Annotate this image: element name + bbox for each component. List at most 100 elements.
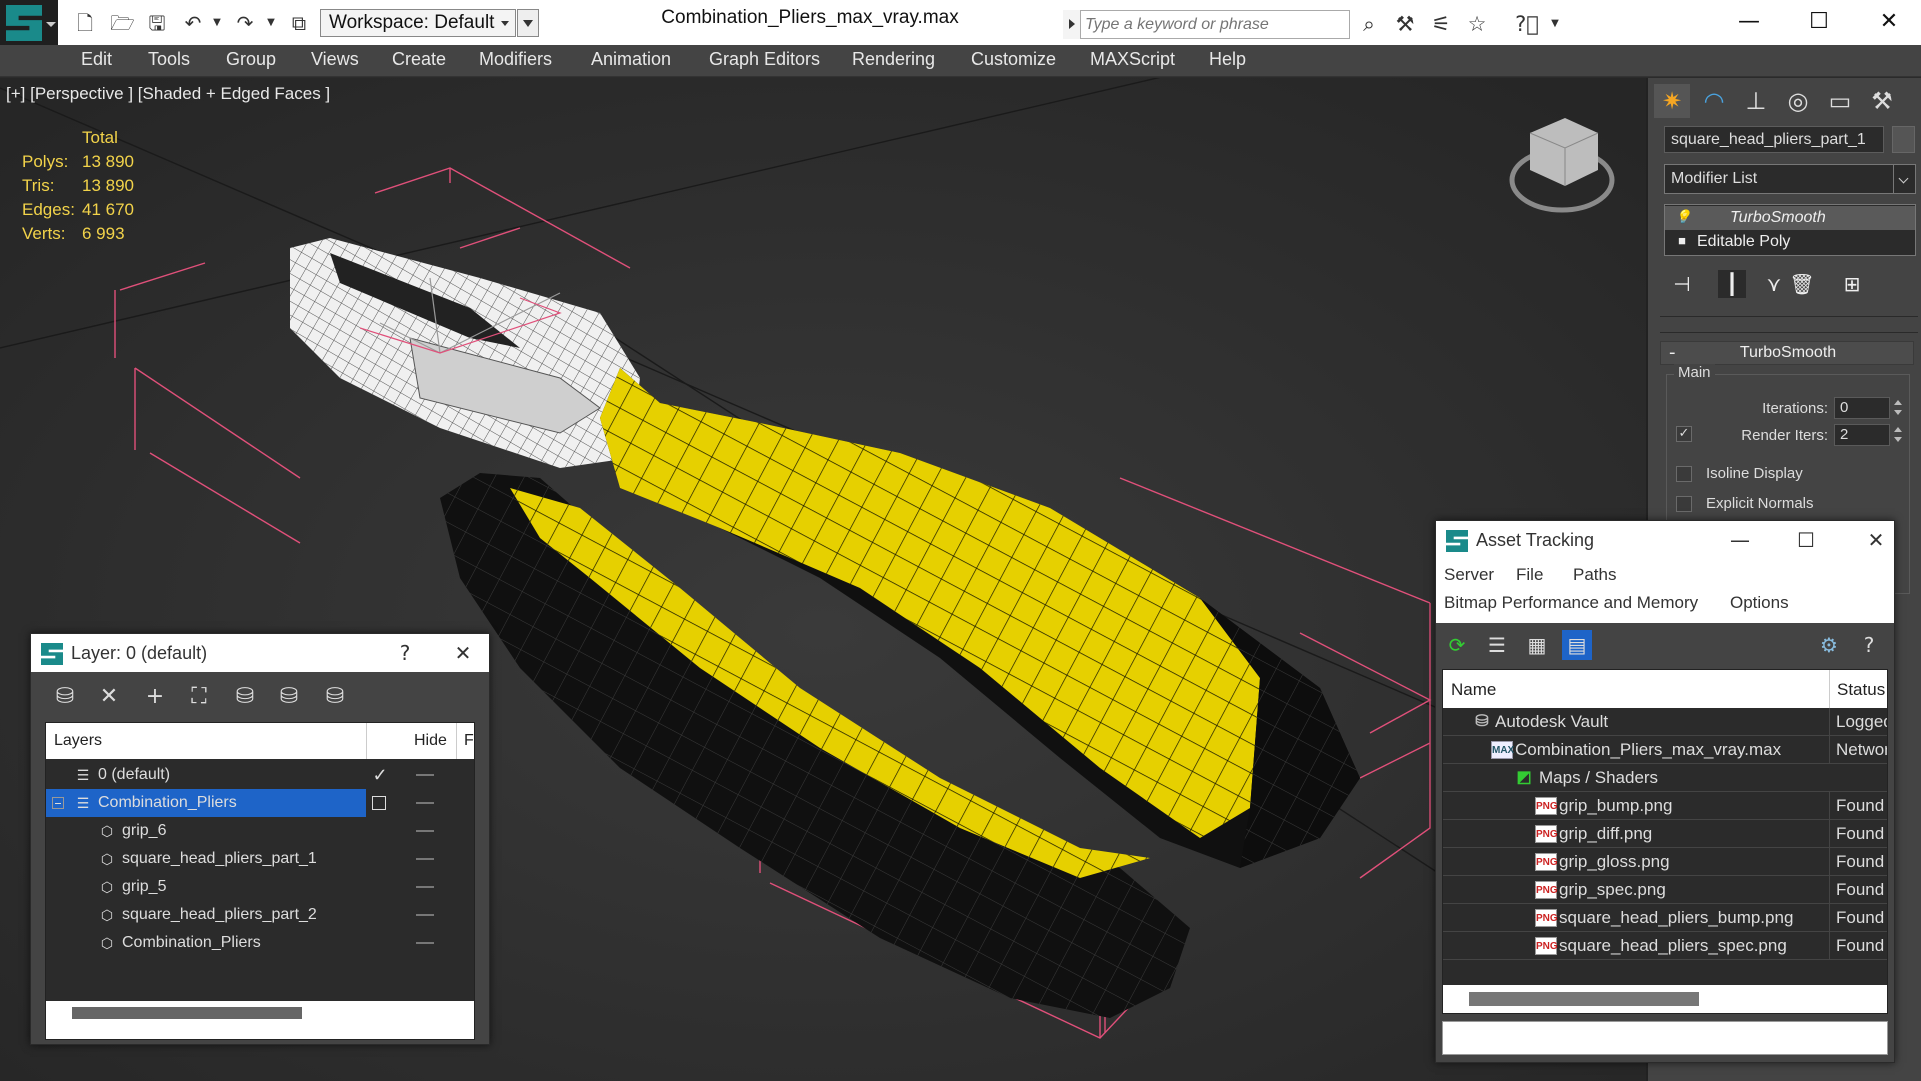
close-icon[interactable]: ✕ bbox=[1858, 526, 1894, 554]
open-file-icon[interactable]: 🗁 bbox=[110, 12, 135, 34]
highlight-selected-icon[interactable]: ⛁ bbox=[319, 682, 351, 712]
app-menu-button[interactable] bbox=[0, 0, 58, 45]
menu-graph-editors[interactable]: Graph Editors bbox=[709, 49, 820, 70]
object-name-field[interactable]: square_head_pliers_part_1 bbox=[1664, 126, 1884, 153]
explicit-normals-checkbox[interactable] bbox=[1676, 496, 1692, 512]
display-tab-icon[interactable]: ▭ bbox=[1822, 84, 1858, 118]
object-row[interactable]: ⬡ grip_6 bbox=[46, 817, 474, 845]
menu-group[interactable]: Group bbox=[226, 49, 276, 70]
motion-tab-icon[interactable]: ◎ bbox=[1780, 84, 1816, 118]
redo-dropdown-icon[interactable]: ▼ bbox=[260, 12, 282, 34]
object-row[interactable]: ⬡ square_head_pliers_part_2 bbox=[46, 901, 474, 929]
subscription-icon[interactable]: ⚒ bbox=[1392, 12, 1418, 36]
undo-dropdown-icon[interactable]: ▼ bbox=[206, 12, 228, 34]
save-file-icon[interactable]: 🖫 bbox=[146, 12, 168, 34]
minimize-button[interactable]: — bbox=[1726, 4, 1772, 40]
workspace-more-button[interactable] bbox=[517, 9, 539, 37]
horizontal-scrollbar[interactable] bbox=[1469, 992, 1699, 1006]
hide-toggle[interactable] bbox=[416, 942, 434, 944]
stack-item-editable-poly[interactable]: ■ Editable Poly bbox=[1665, 230, 1915, 254]
set-current-layer-box[interactable] bbox=[372, 796, 386, 810]
menu-help[interactable]: Help bbox=[1209, 49, 1246, 70]
column-status[interactable]: Status bbox=[1837, 680, 1885, 700]
expand-plus-icon[interactable]: ■ bbox=[1675, 234, 1689, 248]
stack-item-turbosmooth[interactable]: 💡 TurboSmooth bbox=[1665, 206, 1915, 230]
menu-rendering[interactable]: Rendering bbox=[852, 49, 935, 70]
modifier-list-dropdown[interactable]: Modifier List bbox=[1664, 164, 1916, 194]
asset-row[interactable]: PNG grip_bump.png Found bbox=[1443, 792, 1887, 820]
layer-window-titlebar[interactable]: Layer: 0 (default) ? ✕ bbox=[31, 634, 489, 672]
menu-animation[interactable]: Animation bbox=[591, 49, 671, 70]
asset-row[interactable]: PNG grip_gloss.png Found bbox=[1443, 848, 1887, 876]
hide-toggle[interactable] bbox=[416, 774, 434, 776]
asset-row[interactable]: PNG grip_spec.png Found bbox=[1443, 876, 1887, 904]
help-icon[interactable]: ? bbox=[1854, 630, 1884, 660]
modify-tab-icon[interactable]: ◠ bbox=[1696, 84, 1732, 118]
asset-row[interactable]: MAX Combination_Pliers_max_vray.max Netw… bbox=[1443, 736, 1887, 764]
iterations-spin-arrows-icon[interactable] bbox=[1892, 397, 1904, 419]
object-row[interactable]: ⬡ grip_5 bbox=[46, 873, 474, 901]
make-unique-icon[interactable]: ⋎ bbox=[1760, 270, 1788, 298]
collapse-toggle[interactable] bbox=[52, 797, 64, 809]
help-icon[interactable]: ?⃝ bbox=[1514, 12, 1540, 36]
create-tab-icon[interactable]: ✷ bbox=[1654, 84, 1690, 118]
menu-file[interactable]: File bbox=[1516, 565, 1543, 585]
maximize-button[interactable]: ☐ bbox=[1796, 4, 1842, 40]
menu-views[interactable]: Views bbox=[311, 49, 359, 70]
close-icon[interactable]: ✕ bbox=[445, 639, 481, 667]
hide-toggle[interactable] bbox=[416, 802, 434, 804]
object-row[interactable]: ⬡ square_head_pliers_part_1 bbox=[46, 845, 474, 873]
configure-sets-icon[interactable]: ⊞ bbox=[1838, 270, 1866, 298]
list-view-icon[interactable]: ☰ bbox=[1482, 630, 1512, 660]
render-iters-spinner[interactable]: 2 bbox=[1834, 424, 1890, 446]
object-color-swatch[interactable] bbox=[1892, 126, 1915, 153]
close-button[interactable]: ✕ bbox=[1866, 4, 1912, 40]
asset-path-field[interactable] bbox=[1442, 1021, 1888, 1055]
utilities-tab-icon[interactable]: ⚒ bbox=[1864, 84, 1900, 118]
add-layer-icon[interactable]: + bbox=[139, 682, 171, 712]
hide-toggle[interactable] bbox=[416, 886, 434, 888]
menu-customize[interactable]: Customize bbox=[971, 49, 1056, 70]
table-view-icon[interactable]: ▤ bbox=[1562, 630, 1592, 660]
select-layer-icon[interactable]: ⛁ bbox=[229, 682, 261, 712]
hide-toggle[interactable] bbox=[416, 830, 434, 832]
iterations-spinner[interactable]: 0 bbox=[1834, 397, 1890, 419]
maximize-button[interactable]: ☐ bbox=[1788, 526, 1824, 554]
viewport-label[interactable]: [+] [Perspective ] [Shaded + Edged Faces… bbox=[6, 84, 330, 104]
column-freeze[interactable]: F bbox=[464, 732, 474, 750]
pin-stack-icon[interactable]: ⊣ bbox=[1668, 270, 1696, 298]
column-name[interactable]: Name bbox=[1451, 680, 1496, 700]
workspace-dropdown[interactable]: Workspace: Default bbox=[320, 9, 516, 37]
menu-server[interactable]: Server bbox=[1444, 565, 1494, 585]
layer-row[interactable]: ☰ Combination_Pliers bbox=[46, 789, 474, 817]
column-layers[interactable]: Layers bbox=[54, 732, 102, 750]
search-input[interactable] bbox=[1085, 11, 1347, 38]
connect-server-icon[interactable]: ⚙ bbox=[1814, 630, 1844, 660]
help-dropdown-icon[interactable]: ▼ bbox=[1542, 12, 1568, 36]
binoculars-icon[interactable]: ⌕ bbox=[1356, 12, 1382, 36]
render-iters-spin-arrows-icon[interactable] bbox=[1892, 424, 1904, 446]
menu-create[interactable]: Create bbox=[392, 49, 446, 70]
current-layer-check-icon[interactable]: ✓ bbox=[368, 761, 392, 789]
remove-modifier-icon[interactable]: 🗑 bbox=[1788, 270, 1816, 298]
lightbulb-icon[interactable]: 💡 bbox=[1675, 210, 1691, 224]
hide-toggle[interactable] bbox=[416, 914, 434, 916]
asset-row[interactable]: ⛁ Autodesk Vault Logged bbox=[1443, 708, 1887, 736]
communication-icon[interactable]: ⚟ bbox=[1428, 12, 1454, 36]
menu-tools[interactable]: Tools bbox=[148, 49, 190, 70]
project-folder-icon[interactable]: ⧉ bbox=[288, 12, 310, 34]
hide-toggle[interactable] bbox=[416, 858, 434, 860]
refresh-icon[interactable]: ⟳ bbox=[1442, 630, 1472, 660]
delete-layer-icon[interactable]: ✕ bbox=[93, 682, 125, 712]
redo-icon[interactable]: ↷ bbox=[234, 12, 256, 34]
menu-paths[interactable]: Paths bbox=[1573, 565, 1616, 585]
show-end-result-icon[interactable]: ┃ bbox=[1718, 270, 1746, 298]
select-objects-icon[interactable]: ⛶ bbox=[183, 682, 215, 712]
menu-edit[interactable]: Edit bbox=[81, 49, 112, 70]
asset-row[interactable]: PNG square_head_pliers_bump.png Found bbox=[1443, 904, 1887, 932]
minimize-button[interactable]: — bbox=[1722, 526, 1758, 554]
horizontal-scrollbar[interactable] bbox=[72, 1007, 302, 1019]
hierarchy-tab-icon[interactable]: ⊥ bbox=[1738, 84, 1774, 118]
menu-maxscript[interactable]: MAXScript bbox=[1090, 49, 1175, 70]
object-row[interactable]: ⬡ Combination_Pliers bbox=[46, 929, 474, 957]
